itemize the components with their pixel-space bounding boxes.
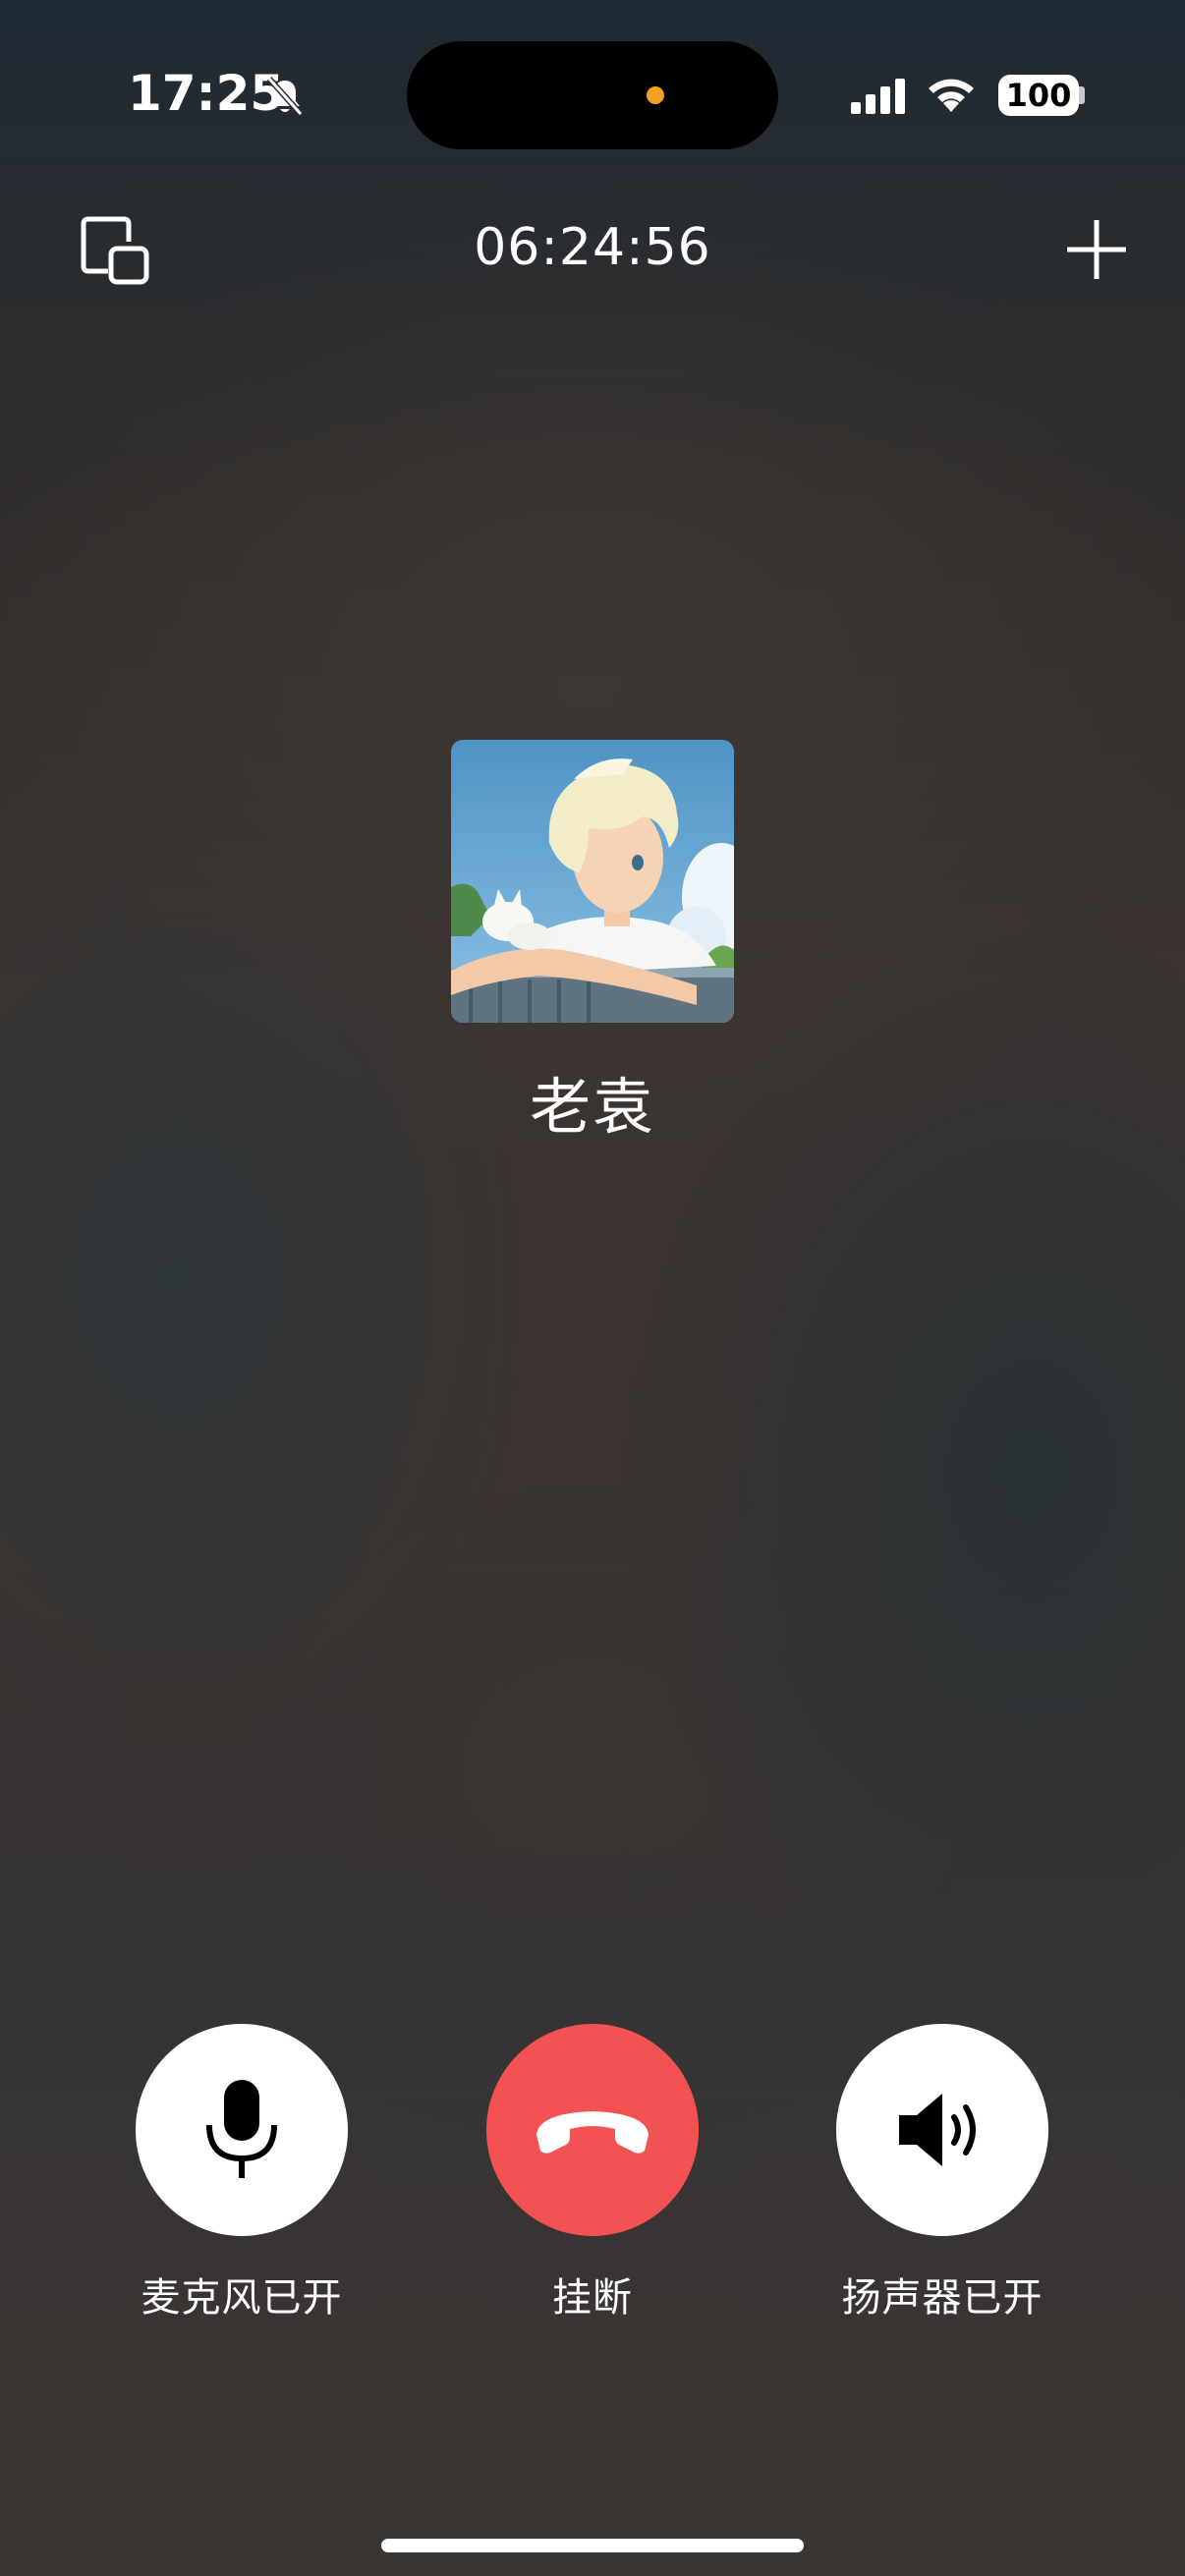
- contact-avatar: [451, 740, 734, 1023]
- cellular-signal-icon: [851, 79, 905, 114]
- anime-boy-with-cat-avatar: [451, 740, 734, 1023]
- contact-name: 老袁: [529, 1071, 655, 1143]
- battery-tip: [1079, 86, 1085, 104]
- call-top-bar: 06:24:56: [0, 196, 1185, 305]
- call-duration: 06:24:56: [474, 218, 711, 277]
- speaker-icon: [899, 2094, 976, 2166]
- wifi-icon: [929, 79, 974, 112]
- phone-hangup-icon: [536, 2111, 649, 2154]
- status-time: 17:25: [128, 65, 285, 122]
- speaker-label: 扬声器已开: [841, 2275, 1044, 2321]
- microphone-button[interactable]: [136, 2024, 348, 2236]
- bell-slash-icon: [266, 77, 304, 116]
- status-bar: 17:25 100: [0, 0, 1185, 187]
- plus-icon[interactable]: [1061, 214, 1132, 285]
- home-indicator[interactable]: [381, 2539, 804, 2552]
- hangup-button[interactable]: [486, 2024, 699, 2236]
- call-controls: 麦克风已开 挂断 扬声器已开: [0, 2024, 1185, 2338]
- picture-in-picture-icon[interactable]: [79, 214, 153, 289]
- speaker-button[interactable]: [836, 2024, 1048, 2236]
- speaker-control[interactable]: 扬声器已开: [795, 2024, 1090, 2323]
- microphone-label: 麦克风已开: [141, 2275, 343, 2321]
- hangup-label: 挂断: [552, 2275, 633, 2321]
- dynamic-island: [407, 41, 778, 149]
- microphone-icon: [206, 2080, 277, 2178]
- hangup-control[interactable]: 挂断: [445, 2024, 740, 2323]
- microphone-control[interactable]: 麦克风已开: [94, 2024, 389, 2323]
- battery-indicator: 100: [998, 75, 1079, 116]
- privacy-indicator-dot: [647, 86, 664, 104]
